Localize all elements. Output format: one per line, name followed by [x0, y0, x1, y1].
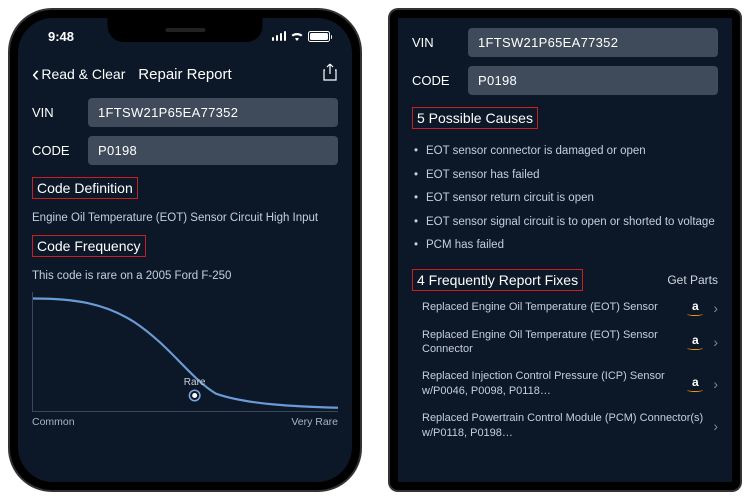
signal-icon [272, 31, 287, 41]
chevron-right-icon: › [713, 376, 718, 392]
code-row: CODE P0198 [412, 66, 718, 95]
vin-row: VIN 1FTSW21P65EA77352 [32, 98, 338, 127]
chart-x-labels: Common Very Rare [32, 416, 338, 428]
chevron-right-icon: › [713, 300, 718, 316]
code-label: CODE [412, 73, 454, 88]
code-label: CODE [32, 143, 74, 158]
share-icon [322, 63, 338, 81]
fix-item[interactable]: Replaced Engine Oil Temperature (EOT) Se… [412, 322, 718, 364]
notch [108, 18, 263, 42]
code-row: CODE P0198 [32, 136, 338, 165]
frequency-chart: Rare [32, 292, 338, 412]
amazon-icon: a [685, 300, 705, 316]
cause-item: PCM has failed [412, 234, 718, 258]
section-fixes: 4 Frequently Report Fixes Get Parts [412, 266, 718, 294]
phone-frame-right: VIN 1FTSW21P65EA77352 CODE P0198 5 Possi… [390, 10, 740, 490]
wifi-icon [290, 31, 304, 41]
section-possible-causes: 5 Possible Causes [412, 104, 718, 132]
vin-input[interactable]: 1FTSW21P65EA77352 [468, 28, 718, 57]
chevron-right-icon: › [713, 334, 718, 350]
back-label: Read & Clear [41, 66, 125, 82]
fix-item[interactable]: Replaced Engine Oil Temperature (EOT) Se… [412, 294, 718, 322]
battery-icon [308, 31, 330, 42]
nav-bar: ‹ Read & Clear Repair Report [18, 54, 352, 94]
fix-text: Replaced Injection Control Pressure (ICP… [412, 369, 677, 399]
back-button[interactable]: ‹ Read & Clear [32, 63, 125, 85]
screen: VIN 1FTSW21P65EA77352 CODE P0198 5 Possi… [398, 18, 732, 482]
code-input[interactable]: P0198 [468, 66, 718, 95]
section-code-definition: Code Definition [32, 174, 338, 202]
vin-row: VIN 1FTSW21P65EA77352 [412, 28, 718, 57]
fix-item[interactable]: Replaced Powertrain Control Module (PCM)… [412, 405, 718, 447]
chevron-right-icon: › [713, 418, 718, 434]
cause-item: EOT sensor connector is damaged or open [412, 140, 718, 164]
chevron-left-icon: ‹ [32, 63, 39, 85]
chart-marker: Rare [184, 377, 206, 400]
get-parts-button[interactable]: Get Parts [667, 273, 718, 287]
code-input[interactable]: P0198 [88, 136, 338, 165]
cause-item: EOT sensor has failed [412, 164, 718, 188]
section-code-frequency: Code Frequency [32, 232, 338, 260]
definition-text: Engine Oil Temperature (EOT) Sensor Circ… [32, 210, 338, 226]
status-icons [272, 31, 331, 42]
vin-label: VIN [32, 105, 74, 120]
fix-item[interactable]: Replaced Injection Control Pressure (ICP… [412, 363, 718, 405]
fix-text: Replaced Engine Oil Temperature (EOT) Se… [412, 328, 677, 358]
frequency-text: This code is rare on a 2005 Ford F-250 [32, 268, 338, 284]
page-title: Repair Report [138, 66, 231, 83]
cause-item: EOT sensor signal circuit is to open or … [412, 211, 718, 235]
fix-text: Replaced Powertrain Control Module (PCM)… [412, 411, 705, 441]
content: VIN 1FTSW21P65EA77352 CODE P0198 5 Possi… [398, 18, 732, 457]
cause-item: EOT sensor return circuit is open [412, 187, 718, 211]
content: VIN 1FTSW21P65EA77352 CODE P0198 Code De… [18, 94, 352, 438]
fix-text: Replaced Engine Oil Temperature (EOT) Se… [412, 300, 677, 315]
share-button[interactable] [322, 63, 338, 86]
clock: 9:48 [48, 29, 74, 44]
amazon-icon: a [685, 376, 705, 392]
vin-label: VIN [412, 35, 454, 50]
phone-frame-left: 9:48 ‹ Read & Clear Repair Report VIN 1F… [10, 10, 360, 490]
screen: 9:48 ‹ Read & Clear Repair Report VIN 1F… [18, 18, 352, 482]
vin-input[interactable]: 1FTSW21P65EA77352 [88, 98, 338, 127]
amazon-icon: a [685, 334, 705, 350]
causes-list: EOT sensor connector is damaged or open … [412, 140, 718, 258]
